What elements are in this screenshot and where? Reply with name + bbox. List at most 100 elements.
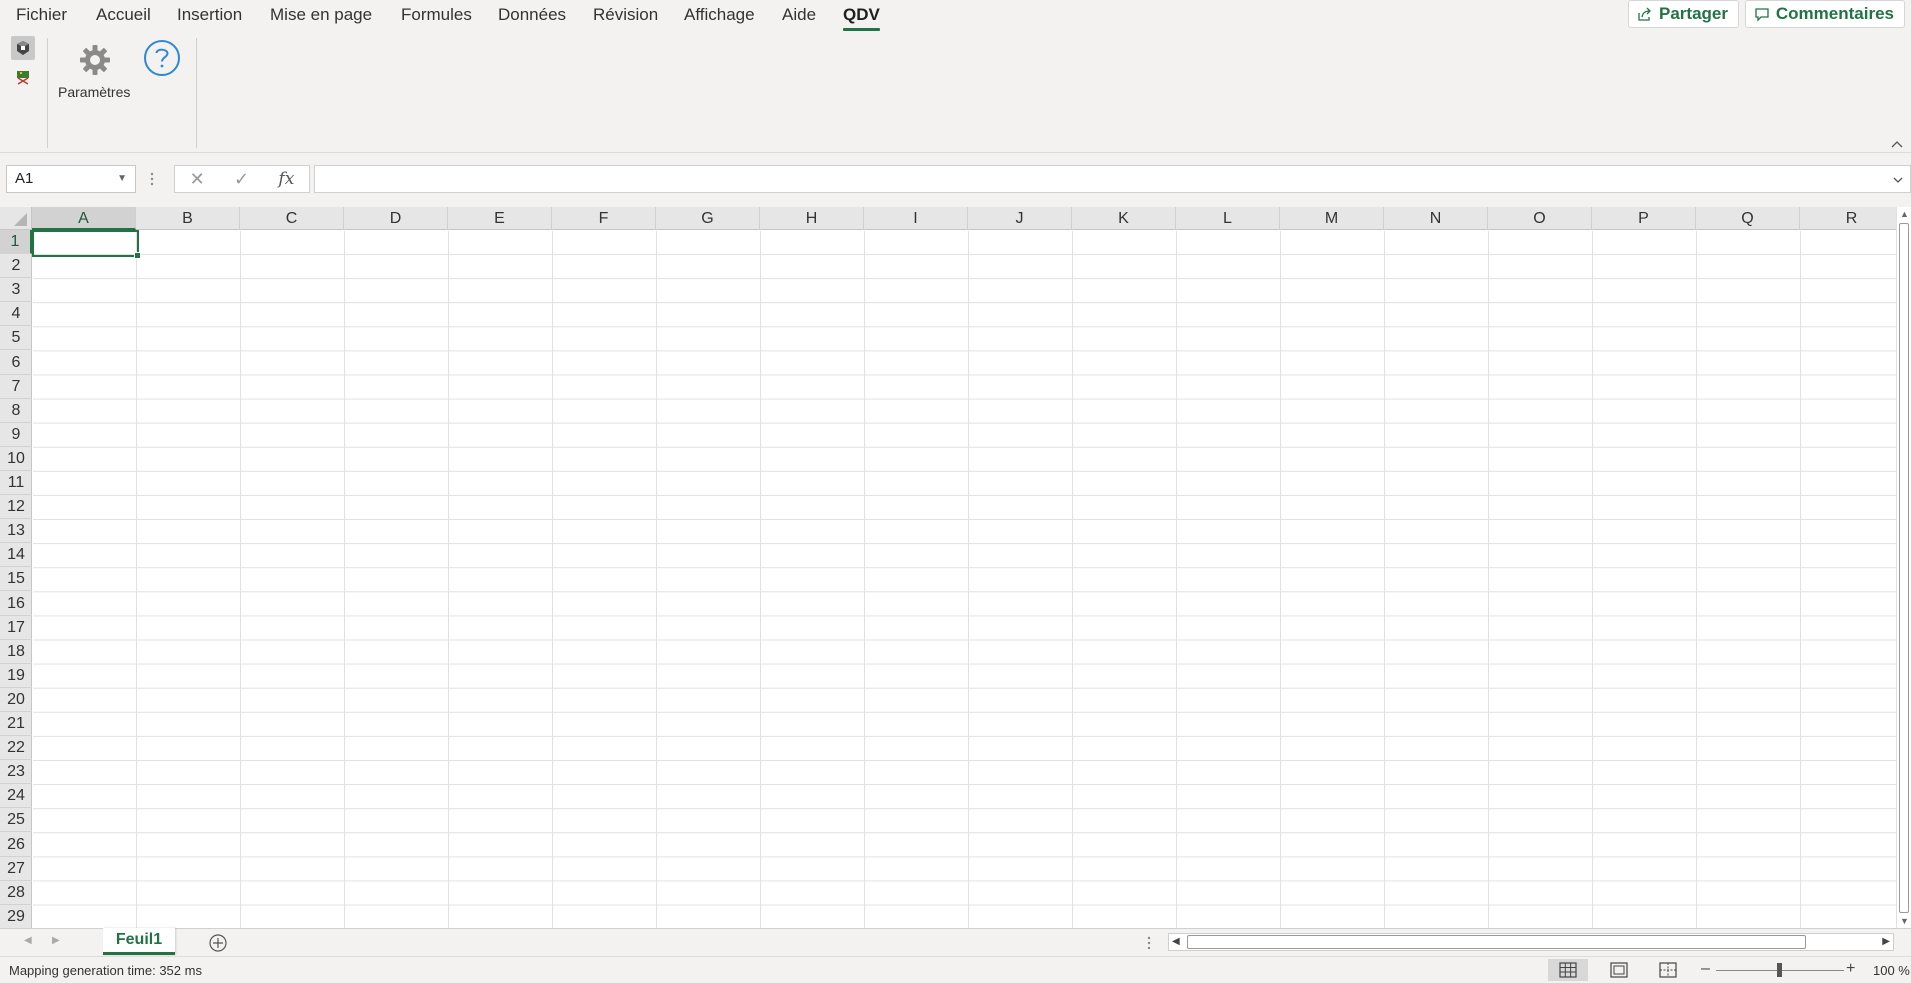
row-header-2[interactable]: 2 [0, 254, 32, 279]
gear-icon [80, 45, 110, 75]
row-header-9[interactable]: 9 [0, 423, 32, 447]
cube-icon[interactable] [11, 36, 35, 60]
select-all-corner[interactable] [0, 207, 32, 230]
confirm-icon[interactable]: ✓ [234, 169, 249, 190]
zoom-slider-thumb[interactable] [1777, 963, 1782, 977]
row-header-12[interactable]: 12 [0, 495, 32, 520]
active-cell[interactable] [32, 230, 141, 259]
map-tool-icon[interactable] [11, 65, 35, 89]
chevron-down-icon[interactable]: ▼ [117, 166, 127, 192]
collapse-ribbon-icon[interactable] [1889, 136, 1905, 152]
share-button[interactable]: Partager [1628, 0, 1739, 28]
column-header-i[interactable]: I [864, 207, 968, 230]
column-header-p[interactable]: P [1592, 207, 1696, 230]
tab-insertion[interactable]: Insertion [177, 4, 242, 28]
tab-accueil[interactable]: Accueil [96, 4, 151, 28]
row-headers: 1 2 3 4 5 6 7 8 9 10 11 12 13 14 15 16 17 18 19 20 21 22 23 24 2… [0, 230, 32, 929]
row-header-27[interactable]: 27 [0, 857, 32, 881]
column-header-n[interactable]: N [1384, 207, 1488, 230]
split-handle-icon[interactable] [1147, 935, 1151, 951]
row-header-28[interactable]: 28 [0, 881, 32, 905]
row-header-19[interactable]: 19 [0, 664, 32, 688]
name-box[interactable]: A1 ▼ [6, 165, 136, 193]
horizontal-scrollbar[interactable]: ◀ ▶ [1168, 933, 1894, 951]
column-header-q[interactable]: Q [1696, 207, 1800, 230]
vertical-scrollbar[interactable]: ▲ ▼ [1896, 207, 1911, 928]
insert-function-button[interactable]: fx [278, 169, 294, 189]
column-header-a[interactable]: A [32, 207, 136, 230]
row-header-13[interactable]: 13 [0, 519, 32, 544]
column-header-g[interactable]: G [656, 207, 760, 230]
row-header-21[interactable]: 21 [0, 712, 32, 736]
row-header-23[interactable]: 23 [0, 760, 32, 785]
column-header-l[interactable]: L [1176, 207, 1280, 230]
tab-révision[interactable]: Révision [593, 4, 658, 28]
drag-handle-icon[interactable] [150, 171, 154, 187]
formula-input[interactable] [314, 165, 1911, 193]
column-header-b[interactable]: B [136, 207, 240, 230]
row-header-22[interactable]: 22 [0, 736, 32, 761]
tab-mise-en-page[interactable]: Mise en page [270, 4, 372, 28]
tab-aide[interactable]: Aide [782, 4, 816, 28]
scroll-thumb[interactable] [1187, 935, 1806, 949]
next-sheet-icon[interactable]: ▶ [52, 935, 60, 946]
scroll-up-icon[interactable]: ▲ [1900, 209, 1909, 219]
column-header-h[interactable]: H [760, 207, 864, 230]
tab-fichier[interactable]: Fichier [16, 4, 67, 28]
zoom-out-button[interactable]: – [1701, 960, 1710, 978]
cancel-icon[interactable]: ✕ [190, 169, 205, 190]
row-header-29[interactable]: 29 [0, 905, 32, 929]
settings-label[interactable]: Paramètres [58, 84, 130, 100]
scroll-right-icon[interactable]: ▶ [1882, 936, 1890, 947]
cells[interactable] [33, 231, 1896, 928]
row-header-4[interactable]: 4 [0, 302, 32, 327]
prev-sheet-icon[interactable]: ◀ [24, 935, 32, 946]
tab-qdv[interactable]: QDV [843, 4, 880, 31]
row-header-11[interactable]: 11 [0, 471, 32, 495]
row-header-25[interactable]: 25 [0, 808, 32, 833]
help-button[interactable] [143, 39, 181, 77]
row-header-5[interactable]: 5 [0, 326, 32, 351]
row-header-15[interactable]: 15 [0, 567, 32, 592]
row-header-14[interactable]: 14 [0, 543, 32, 568]
comments-button[interactable]: Commentaires [1744, 0, 1905, 28]
row-header-16[interactable]: 16 [0, 592, 32, 616]
row-header-6[interactable]: 6 [0, 351, 32, 375]
add-sheet-icon[interactable] [208, 933, 228, 953]
page-break-view-button[interactable] [1648, 959, 1688, 981]
column-header-d[interactable]: D [344, 207, 448, 230]
comment-icon [1755, 8, 1769, 22]
row-header-20[interactable]: 20 [0, 688, 32, 712]
row-header-8[interactable]: 8 [0, 399, 32, 423]
scroll-down-icon[interactable]: ▼ [1900, 916, 1909, 926]
row-header-3[interactable]: 3 [0, 278, 32, 303]
expand-formula-icon[interactable] [1892, 174, 1904, 186]
page-layout-view-button[interactable] [1599, 959, 1639, 981]
column-header-e[interactable]: E [448, 207, 552, 230]
row-header-24[interactable]: 24 [0, 784, 32, 809]
sheet-tab[interactable]: Feuil1 [103, 928, 175, 955]
column-header-r[interactable]: R [1800, 207, 1904, 230]
column-header-k[interactable]: K [1072, 207, 1176, 230]
column-header-o[interactable]: O [1488, 207, 1592, 230]
column-headers: ABCDEFGHIJKLMNOPQR [32, 207, 1904, 230]
tab-formules[interactable]: Formules [401, 4, 472, 28]
column-header-m[interactable]: M [1280, 207, 1384, 230]
column-header-f[interactable]: F [552, 207, 656, 230]
row-header-10[interactable]: 10 [0, 447, 32, 471]
scroll-left-icon[interactable]: ◀ [1172, 936, 1180, 947]
row-header-18[interactable]: 18 [0, 640, 32, 664]
zoom-level[interactable]: 100 % [1873, 963, 1910, 978]
row-header-7[interactable]: 7 [0, 375, 32, 399]
tab-affichage[interactable]: Affichage [684, 4, 755, 28]
row-header-26[interactable]: 26 [0, 833, 32, 857]
zoom-in-button[interactable]: + [1846, 960, 1855, 978]
row-header-17[interactable]: 17 [0, 616, 32, 640]
column-header-c[interactable]: C [240, 207, 344, 230]
column-header-j[interactable]: J [968, 207, 1072, 230]
normal-view-button[interactable] [1548, 959, 1588, 981]
settings-button[interactable] [77, 42, 113, 78]
row-header-1[interactable]: 1 [0, 230, 32, 254]
tab-données[interactable]: Données [498, 4, 566, 28]
scroll-thumb[interactable] [1899, 223, 1909, 913]
